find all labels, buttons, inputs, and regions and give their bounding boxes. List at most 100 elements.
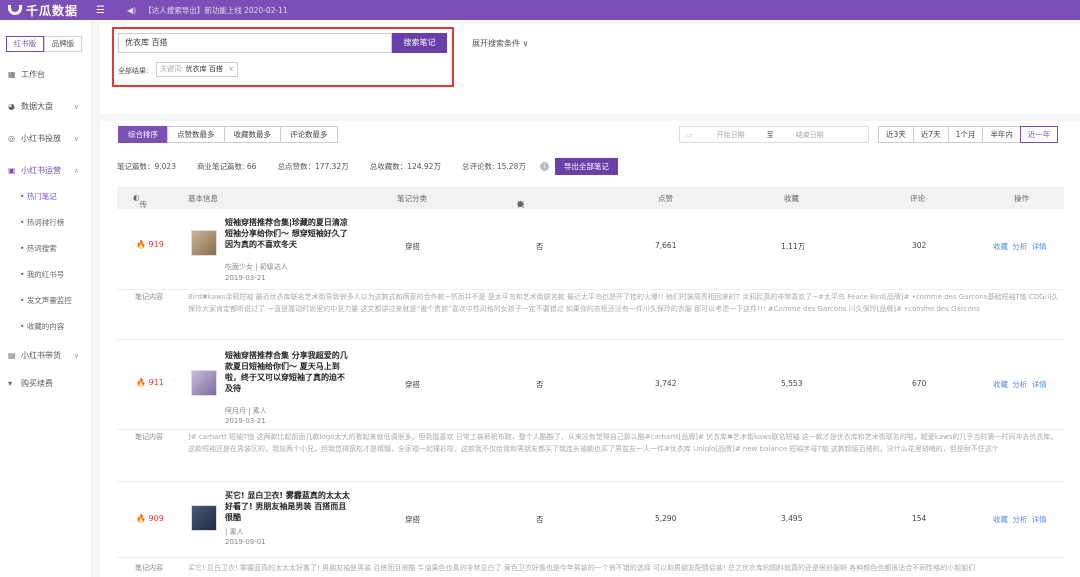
keyword-tag-key: 关键词: [160,65,184,73]
search-notes-button[interactable]: 搜索笔记 [392,33,447,53]
note-content-text: ]# carhartt 短袖T恤 这两款比起前面几款logo太大的看起来就低调很… [188,433,1058,453]
sidebar-subitem-label: 热门笔记 [26,192,57,201]
note-author[interactable]: 阿月月 | 素人 [225,406,267,416]
tab-range-1y[interactable]: 近一年 [1019,126,1059,143]
note-content-label: 笔记内容 [135,293,163,301]
start-date-input[interactable]: 开始日期 [717,130,745,140]
sidebar-subitem-hot-notes[interactable]: • 热门笔记 [0,191,91,205]
sidebar-item-purchase[interactable]: ▾ 购买续费 [0,375,91,392]
row-actions[interactable]: 收藏 分析 详情 [993,241,1047,252]
sidebar-item-ad-placement[interactable]: ◎ 小红书投放 ∨ [0,130,91,147]
close-icon[interactable]: × [228,65,234,73]
sidebar-subitem-label: 热词搜索 [26,244,57,253]
stat-notes: 笔记篇数：9,023 [117,162,176,171]
keyword-tag[interactable]: 关键词: 优衣库 百搭 × [156,62,238,77]
pie-chart-icon: ◕ [8,102,15,111]
export-all-button[interactable]: 导出全部笔记 [554,158,618,175]
note-thumbnail[interactable] [191,370,217,396]
note-title[interactable]: 短袖穿搭推荐合集|珍藏的夏日清凉短袖分享给你们～ 想穿短袖好久了因为真的不喜欢冬… [225,217,350,250]
stats-bar: 笔记篇数：9,023 商业笔记篇数: 66 总点赞数：177.32万 总收藏数：… [117,158,639,175]
sidebar-item-label: 购买续费 [21,379,53,388]
stat-favs: 总收藏数：124.92万 [369,162,441,171]
cell-favs: 5,553 [781,379,803,388]
sidebar-subitem-label: 我的红书号 [26,270,65,279]
main-content: 优衣库 百搭 搜索笔记 展开搜索条件 ∨ 全部结果: 关键词: 优衣库 百搭 ×… [100,20,1080,577]
header-comments[interactable]: 评论 [910,193,925,204]
sidebar-subitem-favorites[interactable]: • 收藏的内容 [0,321,91,335]
header-basic: 基本信息 [188,194,218,203]
expand-conditions-link[interactable]: 展开搜索条件 ∨ [472,38,528,49]
note-author[interactable]: 吃面少女 | 初级达人 [225,262,288,272]
tab-sort-favs[interactable]: 收藏数最多 [223,126,281,143]
tab-sort-overall[interactable]: 综合排序 [118,126,168,143]
stat-comments: 总评论数: 15.28万 [461,162,526,171]
range-tabs: 近3天 近7天 1个月 半年内 近一年 [878,126,1059,143]
tab-sort-comments[interactable]: 评论数最多 [280,126,338,143]
brand-logo[interactable]: 千瓜数据 [0,2,110,19]
search-input[interactable]: 优衣库 百搭 [118,33,392,53]
sidebar-item-sales[interactable]: ▤ 小红书带货 ∨ [0,347,91,364]
chevron-down-icon: ∨ [73,351,79,360]
sidebar-item-workbench[interactable]: ▦ 工作台 [0,66,91,83]
note-title[interactable]: 短袖穿搭推荐合集 分享我超爱的几款夏日短袖给你们～ 夏天马上到啦，终于又可以穿短… [225,350,350,394]
sidebar-subitem-volume-monitor[interactable]: • 发文声量监控 [0,295,91,309]
speaker-icon: ◀) [126,5,137,15]
header-favs[interactable]: 收藏 [784,193,799,204]
tab-range-1m[interactable]: 1个月 [947,126,984,143]
sidebar-subitem-hot-word-search[interactable]: • 热词搜索 [0,243,91,257]
stat-commercial: 商业笔记篇数: 66 [196,162,257,171]
version-brand[interactable]: 品牌版 [44,36,82,52]
sidebar-item-operations[interactable]: ▣ 小红书运营 ∧ [0,162,91,179]
tab-range-3d[interactable]: 近3天 [878,126,914,143]
note-content-label: 笔记内容 [135,564,163,572]
sidebar-item-data-overview[interactable]: ◕ 数据大盘 ∨ [0,98,91,115]
cell-category: 穿搭 [405,515,420,524]
header-ops: 操作 [1014,194,1029,203]
grid-icon: ▦ [8,70,16,79]
tab-range-6m[interactable]: 半年内 [982,126,1021,143]
note-author[interactable]: | 素人 [225,527,244,537]
table-row: 🔥 909 买它! 显白卫衣! 雾霾蓝真的太太太好看了! 男朋友袖是男装 百搭而… [117,481,1064,557]
bag-icon: ▤ [8,351,16,360]
stat-likes: 总点赞数：177.32万 [277,162,349,171]
heat-index: 🔥 919 [136,240,164,249]
cell-likes: 7,661 [655,241,677,250]
cell-comments: 302 [912,241,927,250]
row-actions[interactable]: 收藏 分析 详情 [993,379,1047,390]
cell-comments: 154 [912,514,927,523]
header-likes[interactable]: 点赞 [658,193,673,204]
cell-likes: 5,290 [655,514,677,523]
date-range-picker[interactable]: ▭ 开始日期 至 结束日期 [679,126,869,143]
chevron-down-icon: ∨ [73,102,79,111]
notice-bar[interactable]: ◀) 【达人搜索导出】新功能上线 2020-02-11 [127,5,288,16]
version-red-book[interactable]: 红书版 [6,36,44,52]
table-row: 🔥 911 短袖穿搭推荐合集 分享我超爱的几款夏日短袖给你们～ 夏天马上到啦，终… [117,339,1064,429]
keyword-tag-value: 优衣库 百搭 [185,65,223,73]
note-thumbnail[interactable] [191,230,217,256]
sidebar-subitem-my-accounts[interactable]: • 我的红书号 [0,269,91,283]
note-thumbnail[interactable] [191,505,217,531]
info-icon[interactable]: ● [517,199,524,208]
heat-index-value: 919 [148,240,164,249]
note-content-text: 买它! 显白卫衣! 雾霾蓝真的太太太好看了! 男朋友袖是男装 百搭而且很酷 牛油… [188,564,976,572]
tab-range-7d[interactable]: 近7天 [912,126,949,143]
sidebar-item-label: 小红书投放 [21,134,61,143]
sort-tabs: 综合排序 点赞数最多 收藏数最多 评论数最多 [118,126,338,143]
date-separator: 至 [766,130,774,139]
note-title[interactable]: 买它! 显白卫衣! 雾霾蓝真的太太太好看了! 男朋友袖是男装 百搭而且很酷 [225,490,350,523]
end-date-input[interactable]: 结束日期 [796,130,824,140]
sidebar-subitem-hot-words-rank[interactable]: • 热词排行榜 [0,217,91,231]
notice-text: 【达人搜索导出】新功能上线 2020-02-11 [144,5,288,15]
info-icon[interactable]: i [539,162,549,171]
expand-conditions-label: 展开搜索条件 [472,39,520,48]
top-bar: 千瓜数据 ☰ ◀) 【达人搜索导出】新功能上线 2020-02-11 [0,0,1080,20]
header-spread[interactable]: ◐ 传播指数 [133,193,147,242]
row-actions[interactable]: 收藏 分析 详情 [993,514,1047,525]
all-results-label: 全部结果: [118,67,149,75]
table-row: 🔥 919 短袖穿搭推荐合集|珍藏的夏日清凉短袖分享给你们～ 想穿短袖好久了因为… [117,209,1064,289]
sidebar-item-label: 小红书运营 [21,166,61,175]
chevron-down-icon: ∨ [522,39,529,48]
menu-toggle-icon[interactable]: ☰ [96,5,105,16]
note-content-row: 笔记内容 Bird✖kaws涂鸦短袖 最近优衣库联名艺术街导致很多人以为这款式和… [117,289,1064,339]
tab-sort-likes[interactable]: 点赞数最多 [167,126,225,143]
